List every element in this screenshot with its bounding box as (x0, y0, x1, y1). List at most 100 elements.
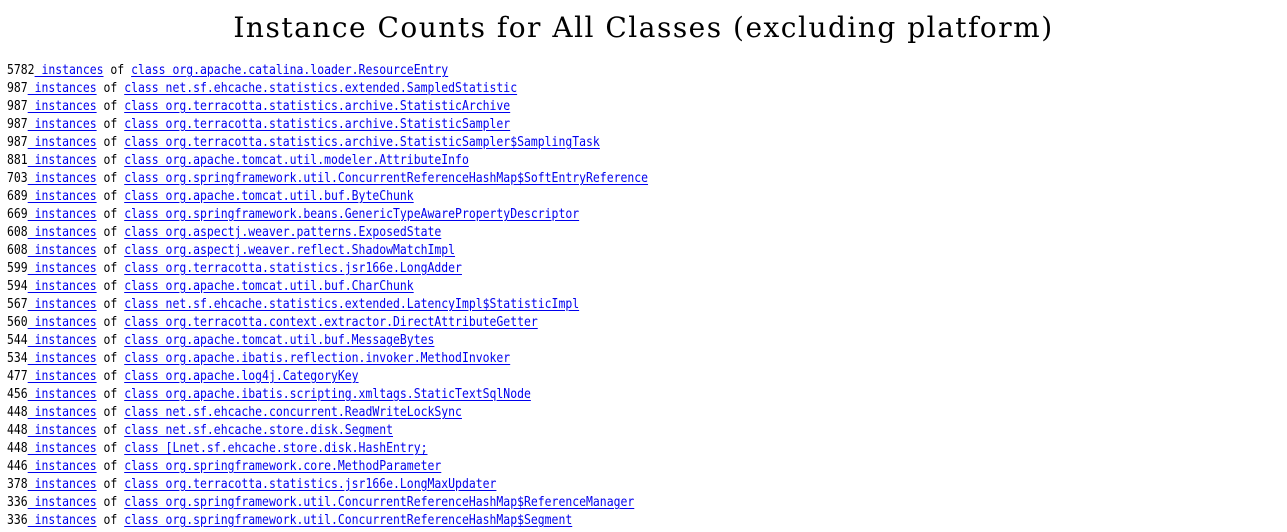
class-link[interactable]: class org.apache.ibatis.scripting.xmltag… (124, 387, 531, 402)
of-separator: of (96, 459, 125, 474)
instance-count: 5782 (7, 63, 35, 78)
instances-link[interactable]: instances (28, 99, 97, 114)
of-separator: of (96, 243, 125, 258)
instances-link[interactable]: instances (28, 135, 97, 150)
class-link[interactable]: class org.apache.log4j.CategoryKey (124, 369, 358, 384)
class-link[interactable]: class org.apache.tomcat.util.modeler.Att… (124, 153, 469, 168)
class-link[interactable]: class org.aspectj.weaver.patterns.Expose… (124, 225, 441, 240)
instances-link[interactable]: instances (28, 171, 97, 186)
of-separator: of (96, 369, 125, 384)
instances-link[interactable]: instances (28, 369, 97, 384)
class-link[interactable]: class org.springframework.beans.GenericT… (124, 207, 579, 222)
class-link[interactable]: class org.terracotta.statistics.archive.… (124, 117, 510, 132)
instance-count: 987 (7, 81, 28, 96)
instance-row: 987 instances of class org.terracotta.st… (7, 98, 1101, 116)
instances-link[interactable]: instances (28, 225, 97, 240)
instances-link[interactable]: instances (28, 477, 97, 492)
instances-link[interactable]: instances (28, 81, 97, 96)
instance-row: 378 instances of class org.terracotta.st… (7, 476, 1101, 494)
instance-row: 544 instances of class org.apache.tomcat… (7, 332, 1101, 350)
class-link[interactable]: class org.springframework.core.MethodPar… (124, 459, 441, 474)
instance-count: 560 (7, 315, 28, 330)
instances-link[interactable]: instances (28, 495, 97, 510)
of-separator: of (96, 441, 125, 456)
instance-counts-list: 5782 instances of class org.apache.catal… (7, 62, 1287, 532)
class-link[interactable]: class org.aspectj.weaver.reflect.ShadowM… (124, 243, 455, 258)
class-link[interactable]: class org.apache.tomcat.util.buf.CharChu… (124, 279, 414, 294)
class-link[interactable]: class org.apache.ibatis.reflection.invok… (124, 351, 510, 366)
class-link[interactable]: class org.terracotta.statistics.jsr166e.… (124, 477, 496, 492)
instances-link[interactable]: instances (35, 63, 103, 78)
instance-count: 448 (7, 441, 28, 456)
instances-link[interactable]: instances (28, 513, 97, 528)
of-separator: of (96, 495, 125, 510)
instance-row: 987 instances of class org.terracotta.st… (7, 134, 1101, 152)
instance-row: 608 instances of class org.aspectj.weave… (7, 224, 1101, 242)
class-link[interactable]: class org.terracotta.statistics.archive.… (124, 99, 510, 114)
instances-link[interactable]: instances (28, 333, 97, 348)
class-link[interactable]: class org.apache.catalina.loader.Resourc… (131, 63, 448, 78)
instance-count: 703 (7, 171, 28, 186)
instances-link[interactable]: instances (28, 153, 97, 168)
instance-row: 336 instances of class org.springframewo… (7, 494, 1101, 512)
class-link[interactable]: class net.sf.ehcache.statistics.extended… (124, 81, 517, 96)
of-separator: of (96, 81, 125, 96)
instances-link[interactable]: instances (28, 423, 97, 438)
of-separator: of (96, 207, 125, 222)
of-separator: of (96, 279, 125, 294)
instance-row: 599 instances of class org.terracotta.st… (7, 260, 1101, 278)
of-separator: of (96, 261, 125, 276)
instance-row: 689 instances of class org.apache.tomcat… (7, 188, 1101, 206)
of-separator: of (96, 513, 125, 528)
class-link[interactable]: class org.apache.tomcat.util.buf.Message… (124, 333, 434, 348)
class-link[interactable]: class net.sf.ehcache.concurrent.ReadWrit… (124, 405, 462, 420)
instance-row: 987 instances of class org.terracotta.st… (7, 116, 1101, 134)
of-separator: of (96, 387, 125, 402)
instance-row: 456 instances of class org.apache.ibatis… (7, 386, 1101, 404)
instance-row: 448 instances of class net.sf.ehcache.co… (7, 404, 1101, 422)
instances-link[interactable]: instances (28, 243, 97, 258)
class-link[interactable]: class net.sf.ehcache.statistics.extended… (124, 297, 579, 312)
instance-count: 987 (7, 117, 28, 132)
instance-count: 987 (7, 135, 28, 150)
instances-link[interactable]: instances (28, 117, 97, 132)
instances-link[interactable]: instances (28, 315, 97, 330)
class-link[interactable]: class org.terracotta.statistics.jsr166e.… (124, 261, 462, 276)
of-separator: of (103, 63, 132, 78)
of-separator: of (96, 171, 125, 186)
class-link[interactable]: class org.terracotta.context.extractor.D… (124, 315, 538, 330)
instance-row: 608 instances of class org.aspectj.weave… (7, 242, 1101, 260)
instance-count: 477 (7, 369, 28, 384)
instance-count: 608 (7, 225, 28, 240)
instance-count: 669 (7, 207, 28, 222)
instance-row: 5782 instances of class org.apache.catal… (7, 62, 1101, 80)
instances-link[interactable]: instances (28, 387, 97, 402)
class-link[interactable]: class net.sf.ehcache.store.disk.Segment (124, 423, 393, 438)
instances-link[interactable]: instances (28, 351, 97, 366)
instances-link[interactable]: instances (28, 261, 97, 276)
class-link[interactable]: class org.springframework.util.Concurren… (124, 495, 634, 510)
instance-row: 336 instances of class org.springframewo… (7, 512, 1101, 530)
instances-link[interactable]: instances (28, 279, 97, 294)
instance-count: 448 (7, 423, 28, 438)
instance-count: 534 (7, 351, 28, 366)
instance-row: 567 instances of class net.sf.ehcache.st… (7, 296, 1101, 314)
class-link[interactable]: class org.apache.tomcat.util.buf.ByteChu… (124, 189, 414, 204)
instances-link[interactable]: instances (28, 405, 97, 420)
class-link[interactable]: class org.springframework.util.Concurren… (124, 513, 572, 528)
instance-count: 378 (7, 477, 28, 492)
instance-row: 448 instances of class net.sf.ehcache.st… (7, 422, 1101, 440)
instances-link[interactable]: instances (28, 441, 97, 456)
instances-link[interactable]: instances (28, 207, 97, 222)
instance-count: 446 (7, 459, 28, 474)
class-link[interactable]: class org.terracotta.statistics.archive.… (124, 135, 600, 150)
class-link[interactable]: class [Lnet.sf.ehcache.store.disk.HashEn… (124, 441, 427, 456)
class-link[interactable]: class org.springframework.util.Concurren… (124, 171, 648, 186)
of-separator: of (96, 405, 125, 420)
instances-link[interactable]: instances (28, 297, 97, 312)
instance-row: 881 instances of class org.apache.tomcat… (7, 152, 1101, 170)
instances-link[interactable]: instances (28, 189, 97, 204)
instance-count: 544 (7, 333, 28, 348)
of-separator: of (96, 225, 125, 240)
instances-link[interactable]: instances (28, 459, 97, 474)
